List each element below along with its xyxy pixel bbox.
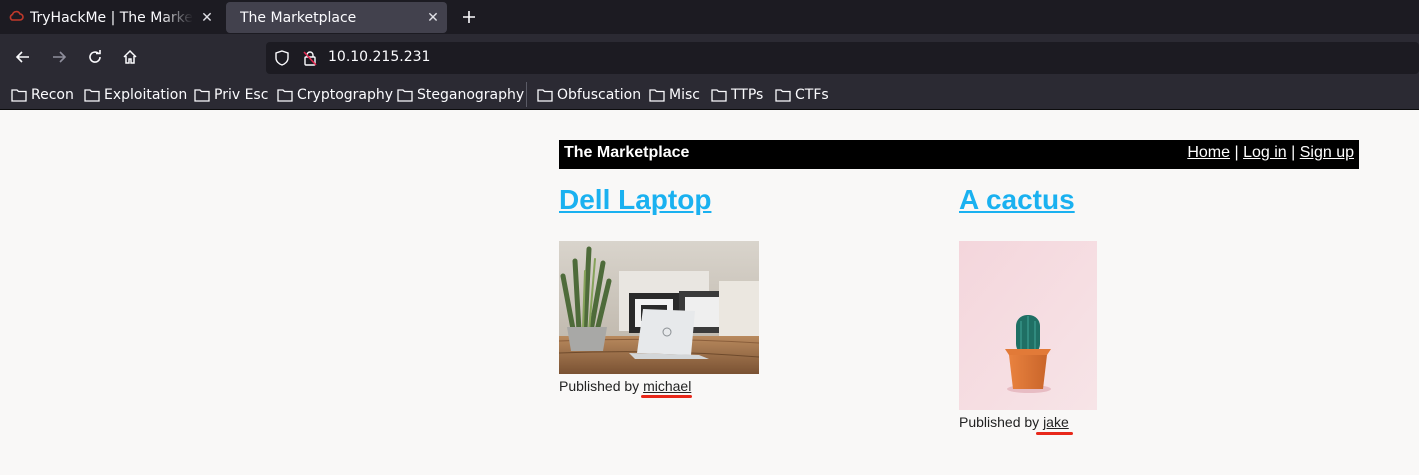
listing-title-link[interactable]: Dell Laptop — [559, 184, 711, 216]
published-by-line: Published by jake — [959, 414, 1069, 430]
bookmark-label: Cryptography — [297, 87, 394, 103]
published-by-label: Published by — [959, 414, 1040, 430]
tab-tryhackme[interactable]: TryHackMe | The Marketplace ✕ — [0, 2, 221, 33]
site-title: The Marketplace — [564, 144, 690, 161]
login-link[interactable]: Log in — [1243, 144, 1287, 161]
home-button[interactable] — [115, 42, 145, 72]
bookmark-folder-priv-esc[interactable]: Priv Esc — [194, 85, 268, 105]
tryhackme-cloud-icon — [8, 10, 24, 26]
bookmark-folder-steganography[interactable]: Steganography — [397, 85, 524, 105]
bookmark-label: Priv Esc — [214, 87, 269, 103]
bookmark-label: CTFs — [795, 87, 829, 103]
insecure-lock-icon[interactable] — [302, 50, 318, 70]
close-tab-icon[interactable]: ✕ — [193, 10, 221, 26]
published-by-label: Published by — [559, 378, 640, 394]
author-link[interactable]: jake — [1043, 414, 1069, 430]
tab-strip: TryHackMe | The Marketplace ✕ The Market… — [0, 0, 1419, 34]
folder-icon — [775, 89, 791, 102]
reload-icon — [89, 50, 101, 63]
folder-icon — [649, 89, 665, 102]
bookmark-folder-exploitation[interactable]: Exploitation — [84, 85, 187, 105]
nav-separator: | — [1234, 144, 1239, 161]
bookmark-label: Exploitation — [104, 87, 188, 103]
folder-icon — [711, 89, 727, 102]
forward-arrow-icon — [53, 51, 67, 63]
url-text: 10.10.215.231 — [328, 49, 431, 65]
cactus-photo[interactable] — [959, 241, 1097, 410]
home-link[interactable]: Home — [1187, 144, 1230, 161]
forward-button[interactable] — [44, 42, 74, 72]
bookmark-label: TTPs — [731, 87, 764, 103]
tab-marketplace[interactable]: The Marketplace ✕ — [226, 2, 447, 33]
bookmark-folder-cryptography[interactable]: Cryptography — [277, 85, 393, 105]
folder-icon — [537, 89, 553, 102]
highlight-underline — [641, 395, 692, 398]
site-header: The Marketplace Home | Log in | Sign up — [559, 140, 1359, 169]
back-arrow-icon — [15, 51, 29, 63]
back-button[interactable] — [8, 42, 38, 72]
bookmarks-separator — [526, 82, 527, 107]
home-icon — [123, 49, 137, 64]
tab-title: The Marketplace — [240, 9, 357, 26]
bookmark-folder-ctfs[interactable]: CTFs — [775, 85, 829, 105]
plus-icon — [463, 11, 475, 23]
reload-button[interactable] — [80, 42, 110, 72]
tab-title: TryHackMe | The Marketplace — [30, 9, 193, 26]
site-nav: Home | Log in | Sign up — [1187, 144, 1354, 162]
bookmark-label: Obfuscation — [557, 87, 642, 103]
signup-link[interactable]: Sign up — [1300, 144, 1354, 161]
listing-title-link[interactable]: A cactus — [959, 184, 1075, 216]
bookmark-label: Recon — [31, 87, 74, 103]
bookmark-folder-misc[interactable]: Misc — [649, 85, 700, 105]
bookmark-folder-recon[interactable]: Recon — [11, 85, 74, 105]
author-link[interactable]: michael — [643, 378, 691, 394]
url-bar[interactable]: 10.10.215.231 — [266, 42, 1419, 74]
close-tab-icon[interactable]: ✕ — [419, 10, 447, 26]
bookmark-folder-obfuscation[interactable]: Obfuscation — [537, 85, 641, 105]
bookmark-folder-ttps[interactable]: TTPs — [711, 85, 763, 105]
folder-icon — [84, 89, 100, 102]
folder-icon — [277, 89, 293, 102]
bookmark-label: Misc — [669, 87, 700, 103]
laptop-photo[interactable] — [558, 241, 760, 374]
bookmarks-toolbar: Recon Exploitation Priv Esc Cryptography… — [0, 80, 1419, 110]
folder-icon — [11, 89, 27, 102]
folder-icon — [194, 89, 210, 102]
shield-icon[interactable] — [274, 50, 290, 70]
new-tab-button[interactable] — [455, 2, 483, 32]
nav-separator: | — [1291, 144, 1296, 161]
bookmark-label: Steganography — [417, 87, 525, 103]
highlight-underline — [1036, 432, 1073, 435]
folder-icon — [397, 89, 413, 102]
published-by-line: Published by michael — [559, 378, 691, 394]
